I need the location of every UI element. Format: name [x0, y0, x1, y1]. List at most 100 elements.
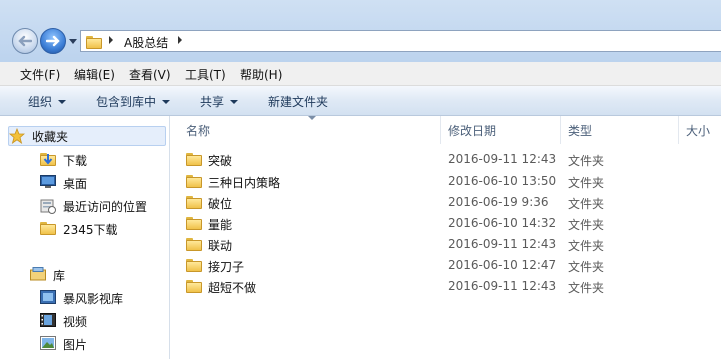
sidebar-item-label: 最近访问的位置: [63, 199, 148, 214]
file-type: 文件夹: [568, 176, 605, 190]
sidebar-item-favorites[interactable]: 收藏夹: [8, 126, 166, 146]
file-name: 接刀子: [208, 260, 245, 274]
forward-button[interactable]: [40, 28, 66, 54]
sidebar-item-desktop[interactable]: 桌面: [40, 173, 87, 193]
folder-icon: [186, 195, 202, 209]
window-titlebar: A股总结: [0, 0, 721, 62]
recent-places-icon: [40, 198, 58, 214]
chevron-down-icon: [230, 100, 239, 104]
file-modified: 2016-09-11 12:43: [448, 152, 557, 166]
sidebar-item-pictures[interactable]: 图片: [40, 334, 87, 354]
column-divider[interactable]: [560, 116, 561, 144]
video-icon: [40, 313, 58, 329]
sidebar-item-label: 下载: [63, 153, 88, 168]
file-type: 文件夹: [568, 154, 605, 168]
sidebar-item-label: 库: [53, 268, 66, 283]
column-header-modified[interactable]: 修改日期: [448, 122, 496, 139]
file-name: 联动: [208, 239, 233, 253]
sidebar-item-label: 图片: [63, 337, 88, 352]
command-bar: 组织 包含到库中 共享 新建文件夹: [0, 86, 721, 116]
menu-view[interactable]: 查看(V): [129, 66, 171, 83]
address-bar[interactable]: A股总结: [80, 30, 721, 52]
file-row[interactable]: 接刀子 2016-06-10 12:47 文件夹: [180, 256, 710, 276]
picture-icon: [40, 336, 58, 352]
chevron-down-icon: [58, 100, 67, 104]
file-row[interactable]: 突破 2016-09-11 12:43 文件夹: [180, 150, 710, 170]
sidebar-item-libraries[interactable]: 库: [30, 265, 65, 285]
sidebar-item-label: 2345下载: [63, 222, 118, 237]
file-list: 名称 修改日期 类型 大小 突破 2016-09-11 12:43 文件夹 三种…: [170, 116, 721, 359]
video-library-icon: [40, 290, 58, 306]
download-folder-icon: [40, 152, 58, 168]
star-icon: [8, 127, 27, 144]
file-name: 超短不做: [208, 281, 257, 295]
sidebar-item-videos[interactable]: 视频: [40, 311, 87, 331]
library-icon: [30, 267, 48, 283]
file-type: 文件夹: [568, 260, 605, 274]
sidebar-item-label: 视频: [63, 314, 88, 329]
folder-icon: [186, 174, 202, 188]
file-name: 破位: [208, 197, 233, 211]
menu-tools[interactable]: 工具(T): [185, 66, 226, 83]
breadcrumb-current[interactable]: A股总结: [124, 34, 168, 51]
column-divider[interactable]: [440, 116, 441, 144]
file-modified: 2016-06-10 12:47: [448, 258, 557, 272]
share-button[interactable]: 共享: [200, 93, 239, 110]
menu-file[interactable]: 文件(F): [20, 66, 60, 83]
sidebar-item-recent-places[interactable]: 最近访问的位置: [40, 196, 147, 216]
sidebar-item-baofeng-library[interactable]: 暴风影视库: [40, 288, 123, 308]
menu-edit[interactable]: 编辑(E): [74, 66, 115, 83]
file-modified: 2016-06-10 13:50: [448, 174, 557, 188]
file-row[interactable]: 超短不做 2016-09-11 12:43 文件夹: [180, 277, 710, 297]
file-name: 三种日内策略: [208, 176, 281, 190]
organize-label: 组织: [28, 95, 53, 109]
include-in-library-label: 包含到库中: [96, 95, 157, 109]
folder-icon: [186, 216, 202, 230]
folder-icon: [86, 35, 102, 49]
folder-icon: [186, 152, 202, 166]
arrow-right-icon: [46, 35, 60, 47]
file-name: 突破: [208, 154, 233, 168]
column-header-size[interactable]: 大小: [686, 122, 710, 139]
file-modified: 2016-06-19 9:36: [448, 195, 549, 209]
back-button[interactable]: [12, 28, 38, 54]
file-modified: 2016-09-11 12:43: [448, 279, 557, 293]
sidebar-item-label: 桌面: [63, 176, 88, 191]
folder-icon: [186, 237, 202, 251]
sidebar-item-label: 收藏夹: [32, 129, 69, 144]
arrow-left-icon: [18, 35, 32, 47]
file-row[interactable]: 三种日内策略 2016-06-10 13:50 文件夹: [180, 172, 710, 192]
file-type: 文件夹: [568, 239, 605, 253]
new-folder-button[interactable]: 新建文件夹: [268, 93, 328, 110]
folder-icon: [186, 279, 202, 293]
file-name: 量能: [208, 218, 233, 232]
folder-icon: [186, 258, 202, 272]
column-header-name[interactable]: 名称: [186, 122, 210, 139]
file-type: 文件夹: [568, 218, 605, 232]
breadcrumb-separator-icon[interactable]: [178, 36, 182, 44]
navigation-pane: 收藏夹 下载 桌面 最近访问的位置 2345下载 库 暴风影视库 视频 图片: [0, 116, 170, 359]
file-row[interactable]: 破位 2016-06-19 9:36 文件夹: [180, 193, 710, 213]
file-modified: 2016-09-11 12:43: [448, 237, 557, 251]
file-type: 文件夹: [568, 197, 605, 211]
menu-bar: 文件(F) 编辑(E) 查看(V) 工具(T) 帮助(H): [0, 62, 721, 86]
desktop-icon: [40, 175, 58, 191]
share-label: 共享: [200, 95, 225, 109]
recent-pages-dropdown[interactable]: [69, 39, 77, 44]
column-header-type[interactable]: 类型: [568, 122, 592, 139]
chevron-down-icon: [162, 100, 171, 104]
file-row[interactable]: 联动 2016-09-11 12:43 文件夹: [180, 235, 710, 255]
organize-button[interactable]: 组织: [28, 93, 67, 110]
column-divider[interactable]: [678, 116, 679, 144]
file-type: 文件夹: [568, 281, 605, 295]
sort-indicator-icon: [308, 116, 316, 120]
sidebar-item-label: 暴风影视库: [63, 291, 124, 306]
sidebar-item-downloads[interactable]: 下载: [40, 150, 87, 170]
sidebar-item-2345-downloads[interactable]: 2345下载: [40, 219, 118, 239]
include-in-library-button[interactable]: 包含到库中: [96, 93, 171, 110]
folder-icon: [40, 221, 58, 237]
file-modified: 2016-06-10 14:32: [448, 216, 557, 230]
menu-help[interactable]: 帮助(H): [240, 66, 282, 83]
breadcrumb-separator-icon[interactable]: [109, 36, 113, 44]
file-row[interactable]: 量能 2016-06-10 14:32 文件夹: [180, 214, 710, 234]
